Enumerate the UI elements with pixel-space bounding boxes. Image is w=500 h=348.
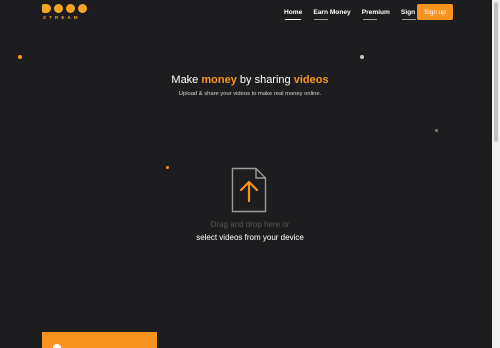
promo-card [42,332,157,348]
nav-premium-label: Premium [361,9,390,16]
nav-home[interactable]: Home [284,0,302,20]
nav-home-underline [285,19,301,20]
hero-title-prefix: Make [171,74,202,86]
drop-hint-text: Drag and drop here or [210,220,290,229]
hero-title-mid: by sharing [236,74,294,86]
decorative-dot-white [360,55,364,59]
doodstream-logo[interactable]: STREAM [42,4,88,22]
file-upload-icon[interactable] [231,167,267,213]
hero-title-videos: videos [293,74,329,86]
decorative-dot-orange-left [18,55,22,59]
logo-text: STREAM [43,15,81,20]
hero-title: Make money by sharing videos [0,74,500,86]
hero-title-money: money [201,74,237,86]
nav-earn-money-label: Earn Money [313,9,351,16]
nav-earn-money-underline [314,19,329,20]
promo-circle-icon [53,344,61,348]
decorative-dot-gray [435,129,438,132]
site-header: STREAM Home Earn Money Premium Sign in S… [0,0,492,26]
page-scrollbar[interactable] [492,0,500,348]
nav-earn-money[interactable]: Earn Money [313,0,351,20]
hero-subtitle: Upload & share your videos to make real … [178,91,322,97]
nav-premium-underline [362,19,377,20]
nav-home-label: Home [284,9,303,16]
sign-up-button[interactable]: Sign up [417,4,453,20]
main-nav: Home Earn Money Premium Sign in [284,0,434,20]
logo-mark [42,4,87,13]
scrollbar-thumb[interactable] [494,2,498,142]
nav-sign-in-underline [401,19,416,20]
select-videos-link[interactable]: select videos from your device [0,233,500,242]
decorative-dot-orange-mid [166,166,169,169]
nav-premium[interactable]: Premium [362,0,390,20]
